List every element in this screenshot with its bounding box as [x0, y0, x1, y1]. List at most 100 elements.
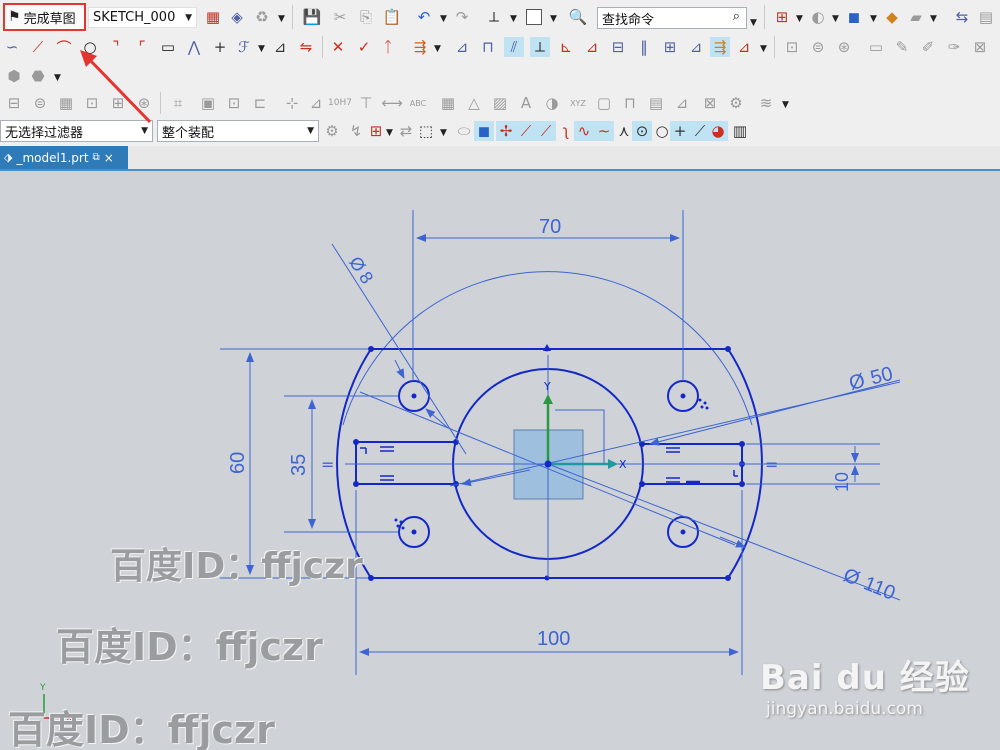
point-icon[interactable]: +	[210, 37, 230, 57]
box-icon[interactable]: ▢	[594, 93, 614, 113]
auto-constraint-icon[interactable]: ⟂	[530, 37, 550, 57]
datum-icon[interactable]: ⊤	[356, 93, 376, 113]
line-icon[interactable]: ⟋	[28, 37, 48, 57]
snap-point-icon[interactable]: ⟂	[484, 7, 504, 27]
show-constraints-icon[interactable]: ⊾	[556, 37, 576, 57]
border-icon[interactable]: ▤	[646, 93, 666, 113]
coordinate-icon[interactable]: XYZ	[568, 93, 588, 113]
chevron-down-icon[interactable]: ▼	[760, 44, 767, 54]
continuous-auto-dim-icon[interactable]: ⊿	[734, 37, 754, 57]
profile-icon[interactable]: ∽	[2, 37, 22, 57]
snap-intersect-icon[interactable]: ⋏	[614, 121, 634, 141]
project-curve-icon[interactable]: ⊡	[782, 37, 802, 57]
convert-reference-icon[interactable]: ⊟	[608, 37, 628, 57]
select-all-icon[interactable]: ↯	[346, 121, 366, 141]
chevron-down-icon[interactable]: ▼	[750, 18, 757, 28]
snap-body-icon[interactable]: ◼	[474, 121, 494, 141]
snap-center-icon[interactable]: ⊙	[632, 121, 652, 141]
dimension-icon[interactable]: ⟷	[381, 93, 403, 113]
table-icon[interactable]: ▦	[438, 93, 458, 113]
copy-icon[interactable]: ⎘	[356, 7, 376, 27]
derived-line-icon[interactable]: ⇶	[410, 37, 430, 57]
alternate-solution-icon[interactable]: ‖	[634, 37, 654, 57]
rectangle-select-icon[interactable]: ⬚	[416, 121, 436, 141]
quick-extend-icon[interactable]: ✓	[354, 37, 374, 57]
pattern-icon[interactable]: ⊛	[834, 37, 854, 57]
circle-icon[interactable]: ○	[80, 37, 100, 57]
view-icon[interactable]: ▣	[198, 93, 218, 113]
hole-feature-icon[interactable]: ⬢	[4, 66, 24, 86]
chevron-down-icon[interactable]: ▼	[258, 44, 265, 54]
snap-spline-icon[interactable]: ∿	[574, 121, 594, 141]
chevron-down-icon[interactable]: ▼	[278, 14, 285, 24]
chevron-down-icon[interactable]: ▼	[796, 14, 803, 24]
delete-constraint-icon[interactable]: ✑	[944, 37, 964, 57]
selection-filter-select[interactable]: 无选择过滤器 ▼	[0, 120, 153, 142]
intersection-icon[interactable]: ⊜	[808, 37, 828, 57]
finish-sketch-button[interactable]: ⚑ 完成草图	[3, 3, 86, 31]
tolerance-icon[interactable]: 10H7	[328, 93, 352, 113]
more-tools-icon[interactable]: ▤	[976, 7, 996, 27]
settings-icon[interactable]: ⚙	[726, 93, 746, 113]
edit-curve-icon[interactable]: ▭	[866, 37, 886, 57]
snap-on-curve-icon[interactable]: ⟋	[690, 121, 710, 141]
boss-feature-icon[interactable]: ⬣	[28, 66, 48, 86]
save-icon[interactable]: 💾	[302, 7, 322, 27]
rapid-dimension-icon[interactable]: ⊿	[452, 37, 472, 57]
snap-bounded-icon[interactable]: ▥	[730, 121, 750, 141]
chamfer-icon[interactable]: ⌜	[132, 37, 152, 57]
weld-icon[interactable]: ⊿	[672, 93, 692, 113]
section-view-icon[interactable]: ⊏	[250, 93, 270, 113]
tag-icon[interactable]: ⊠	[700, 93, 720, 113]
edit-defining-icon[interactable]: ✎	[892, 37, 912, 57]
redo-icon[interactable]: ↷	[452, 7, 472, 27]
snap-line-icon[interactable]: ⟋	[536, 121, 556, 141]
chevron-down-icon[interactable]: ▼	[440, 14, 447, 24]
sketch-name-select[interactable]: SKETCH_000 ▼	[88, 7, 197, 28]
quick-trim-icon[interactable]: ✕	[328, 37, 348, 57]
chevron-down-icon[interactable]: ▼	[386, 128, 393, 138]
cut-icon[interactable]: ✂	[330, 7, 350, 27]
update-model-icon[interactable]: ♻	[252, 7, 272, 27]
assembly-scope-select[interactable]: 整个装配 ▼	[157, 120, 319, 142]
show-hide-icon[interactable]: ⇆	[952, 7, 972, 27]
command-search-input[interactable]: 查找命令 ⌕	[597, 7, 747, 29]
make-corner-icon[interactable]: ᛏ	[378, 37, 398, 57]
view-fit-icon[interactable]: ⊞	[772, 7, 792, 27]
paste-icon[interactable]: 📋	[382, 7, 402, 27]
chevron-down-icon[interactable]: ▼	[440, 128, 447, 138]
image-icon[interactable]: ▨	[490, 93, 510, 113]
constraint-assembly-icon[interactable]: ▦	[56, 93, 76, 113]
snap-point-on-icon[interactable]: +	[670, 121, 690, 141]
rectangle-icon[interactable]: ▭	[158, 37, 178, 57]
constraint-icon[interactable]: ⫽	[504, 37, 524, 57]
chevron-down-icon[interactable]: ▼	[434, 44, 441, 54]
edit-parameters-icon[interactable]: ✐	[918, 37, 938, 57]
offset-curve-icon[interactable]: ℱ	[234, 37, 254, 57]
snap-endpoint-icon[interactable]: ✢	[496, 121, 516, 141]
text-note-icon[interactable]: ABC	[408, 93, 428, 113]
selection-box-icon[interactable]	[524, 7, 544, 27]
centerline-icon[interactable]: ⊹	[282, 93, 302, 113]
pin-icon[interactable]: ⧉	[93, 152, 100, 163]
reattach-icon[interactable]: ◈	[227, 7, 247, 27]
move-component-icon[interactable]: ⊡	[82, 93, 102, 113]
chevron-down-icon[interactable]: ▼	[550, 14, 557, 24]
chevron-down-icon[interactable]: ▼	[782, 100, 789, 110]
assembly-icon[interactable]: ⊟	[4, 93, 24, 113]
snap-quadrant-icon[interactable]: ○	[652, 121, 672, 141]
tab-model1[interactable]: ⬗ _model1.prt ⧉ ×	[0, 146, 128, 169]
create-inferred-icon[interactable]: ⇶	[710, 37, 730, 57]
mirror-icon[interactable]: ⇋	[296, 37, 316, 57]
snap-curve-icon[interactable]: ∼	[594, 121, 614, 141]
relations-browser-icon[interactable]: ⊿	[582, 37, 602, 57]
graphics-window[interactable]: X Y 70 100 60 35 10 Ø 8 Ø 50 Ø 110 = = Y…	[0, 171, 1000, 750]
undo-icon[interactable]: ↶	[414, 7, 434, 27]
shaded-cube-icon[interactable]: ◼	[844, 7, 864, 27]
hatch-icon[interactable]: ⊿	[306, 93, 326, 113]
selection-mode-icon[interactable]: ⊞	[366, 121, 386, 141]
arc-icon[interactable]: ⌒	[54, 37, 74, 57]
snap-surface-icon[interactable]: ◕	[708, 121, 728, 141]
inferred-constraints-icon[interactable]: ⊿	[686, 37, 706, 57]
more-sketch-icon[interactable]: ⊠	[970, 37, 990, 57]
